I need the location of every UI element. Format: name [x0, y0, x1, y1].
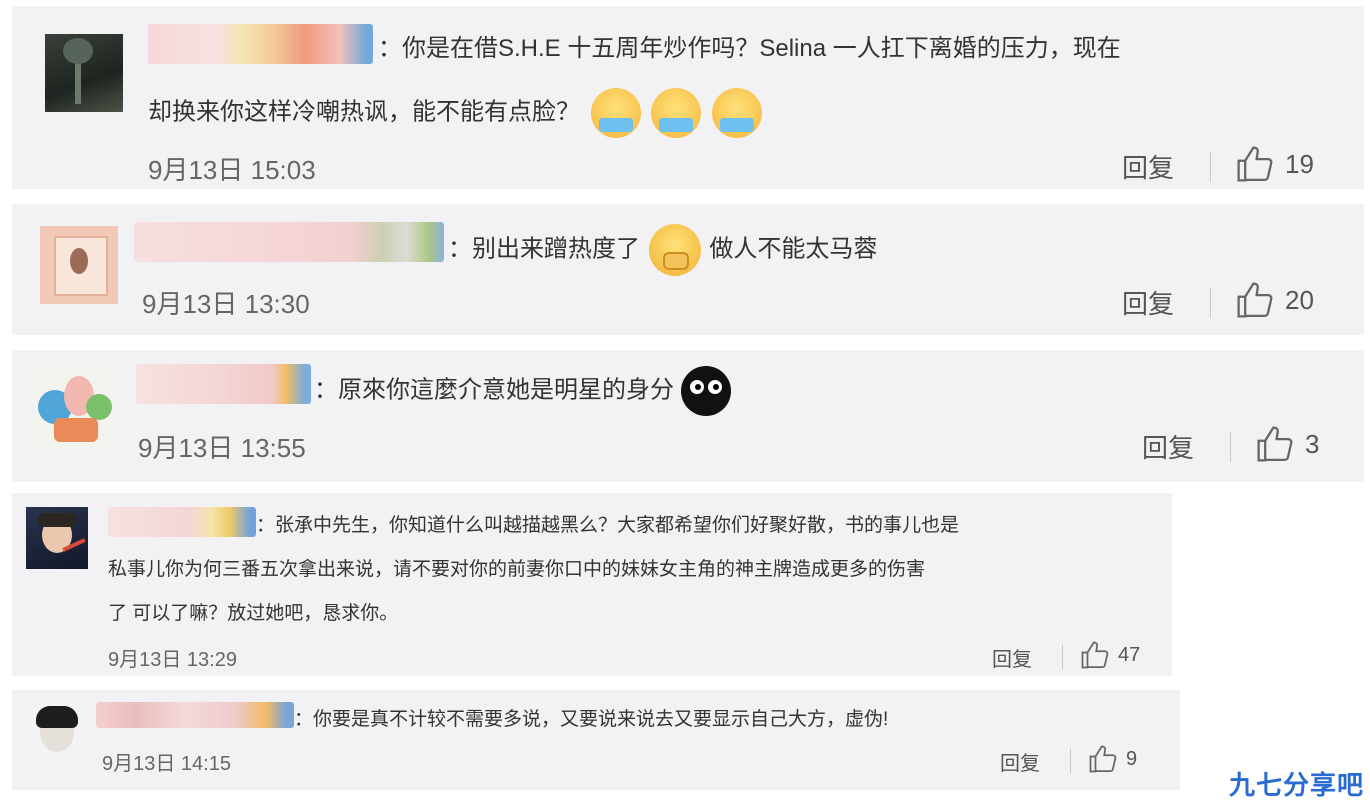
divider: [1210, 152, 1211, 182]
divider: [1210, 288, 1211, 318]
comment-time: 9月13日 13:30: [142, 289, 310, 319]
avatar[interactable]: [26, 702, 88, 764]
comment-card: ：别出来蹭热度了 做人不能太马蓉 9月13日 13:30 回复 20: [12, 204, 1364, 335]
username-redacted[interactable]: [136, 364, 311, 404]
comment-text: 却换来你这样冷嘲热讽，能不能有点脸？: [148, 88, 763, 138]
site-watermark: 九七分享吧: [1228, 770, 1364, 800]
like-button[interactable]: 3: [1255, 426, 1319, 462]
thumbs-up-icon: [1089, 745, 1117, 773]
comment-card: ：原來你這麼介意她是明星的身分 9月13日 13:55 回复 3: [12, 350, 1364, 482]
comment-card: ：你是在借S.H.E 十五周年炒作吗？Selina 一人扛下离婚的压力，现在 却…: [12, 6, 1364, 189]
like-button[interactable]: 20: [1235, 282, 1314, 318]
comment-text: ：张承中先生，你知道什么叫越描越黑么？大家都希望你们好聚好散，书的事儿也是: [256, 515, 960, 536]
avatar[interactable]: [45, 34, 123, 112]
comment-text: 了 可以了嘛？放过她吧，恳求你。: [108, 603, 399, 624]
comment-card: ：你要是真不计较不需要多说，又要说来说去又要显示自己大方，虚伪! 9月13日 1…: [12, 690, 1180, 790]
thumbs-up-icon: [1237, 282, 1273, 318]
username-redacted[interactable]: [134, 222, 444, 262]
username-redacted[interactable]: [148, 24, 373, 64]
thinking-emoji: [648, 224, 701, 276]
divider: [1062, 645, 1063, 669]
divider: [1070, 749, 1071, 773]
username-redacted[interactable]: [108, 507, 256, 537]
comment-text: ：你是在借S.H.E 十五周年炒作吗？Selina 一人扛下离婚的压力，现在: [378, 35, 1121, 62]
comment-time: 9月13日 14:15: [102, 753, 231, 775]
comment-time: 9月13日 13:29: [108, 649, 237, 671]
reply-button[interactable]: 回复: [992, 643, 1032, 672]
avatar[interactable]: [26, 507, 88, 569]
sweat-laugh-emoji: [712, 88, 763, 138]
username-redacted[interactable]: [96, 702, 294, 728]
reply-button[interactable]: 回复: [1000, 747, 1040, 776]
sweat-laugh-emoji: [651, 88, 702, 138]
reply-button[interactable]: 回复: [1122, 284, 1174, 321]
like-button[interactable]: 19: [1235, 146, 1314, 182]
comment-card: ：张承中先生，你知道什么叫越描越黑么？大家都希望你们好聚好散，书的事儿也是 私事…: [12, 493, 1172, 676]
like-button[interactable]: 47: [1080, 641, 1140, 669]
comment-text: 私事儿你为何三番五次拿出来说，请不要对你的前妻你口中的妹妹女主角的神主牌造成更多…: [108, 559, 926, 580]
reply-button[interactable]: 回复: [1122, 148, 1174, 185]
comment-text: ：原來你這麼介意她是明星的身分: [314, 366, 731, 416]
divider: [1230, 432, 1231, 462]
avatar[interactable]: [40, 226, 118, 304]
thumbs-up-icon: [1257, 426, 1293, 462]
thumbs-up-icon: [1237, 146, 1273, 182]
reply-button[interactable]: 回复: [1142, 428, 1194, 465]
comment-time: 9月13日 15:03: [148, 155, 316, 185]
like-button[interactable]: 9: [1088, 745, 1137, 773]
comment-text: ：别出来蹭热度了 做人不能太马蓉: [448, 224, 877, 276]
comment-text: ：你要是真不计较不需要多说，又要说来说去又要显示自己大方，虚伪!: [294, 709, 889, 730]
black-eyes-emoji: [680, 366, 731, 416]
avatar[interactable]: [34, 368, 114, 448]
sweat-laugh-emoji: [590, 88, 641, 138]
comment-time: 9月13日 13:55: [138, 433, 306, 463]
thumbs-up-icon: [1081, 641, 1109, 669]
